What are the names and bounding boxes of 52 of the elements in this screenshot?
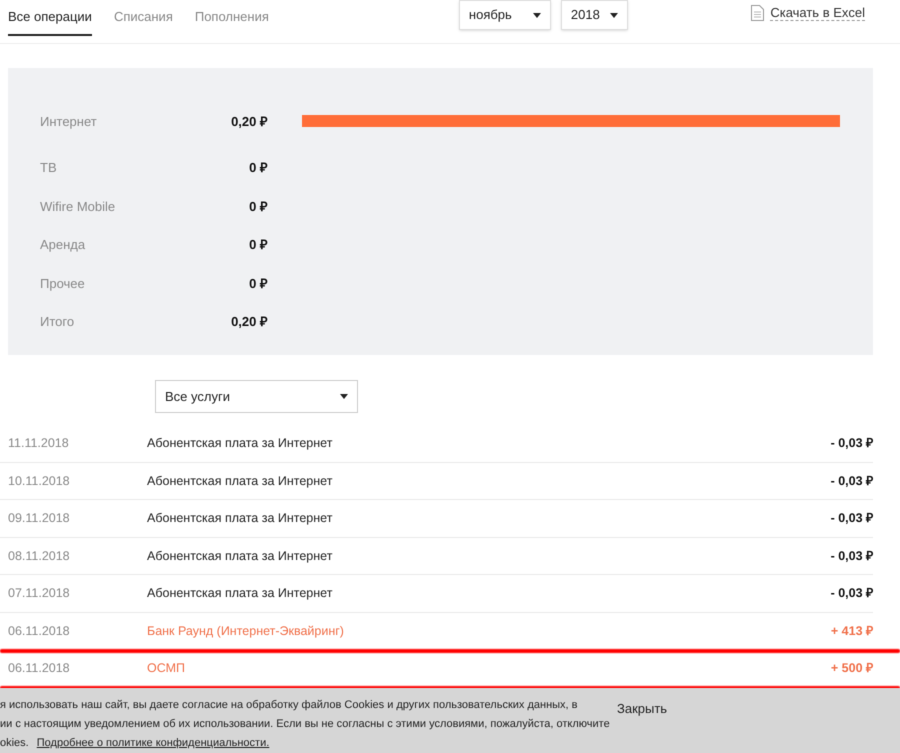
transaction-description: Банк Раунд (Интернет-Эквайринг) <box>147 622 345 640</box>
tab[interactable]: Все операции <box>8 0 92 36</box>
transaction-amount: - 0,03 ₽ <box>830 510 873 528</box>
transaction-description: Абонентская плата за Интернет <box>147 548 334 565</box>
service-amount: 0 ₽ <box>248 159 268 177</box>
service-amount: 0,20 ₽ <box>230 112 268 130</box>
close-button[interactable]: Закрыть <box>617 699 668 717</box>
transaction-description: ОСМП <box>147 660 186 678</box>
transaction-date: 08.11.2018 <box>7 548 71 565</box>
transaction-description: Абонентская плата за Интернет <box>147 585 334 602</box>
transaction-amount: - 0,03 ₽ <box>830 434 873 452</box>
document-icon <box>751 5 764 21</box>
privacy-policy-link[interactable]: Подробнее о политике конфиденциальности. <box>36 735 270 751</box>
service-label: Wifire Mobile <box>39 198 116 216</box>
transaction-amount: - 0,03 ₽ <box>830 548 873 565</box>
transaction-date: 09.11.2018 <box>7 510 71 528</box>
service-amount: 0 ₽ <box>248 236 268 254</box>
transaction-amount: - 0,03 ₽ <box>830 472 873 490</box>
cookie-notice-text: ии с настоящим уведомлением об их использовании. Если вы не согласны с этими условиями, пожалуйста, отключите <box>0 717 610 732</box>
service-label: Итого <box>39 313 76 331</box>
transaction-date: 11.11.2018 <box>7 434 70 452</box>
transaction-description: Абонентская плата за Интернет <box>147 434 334 452</box>
tab[interactable]: Пополнения <box>194 0 269 36</box>
transaction-amount: + 500 ₽ <box>830 660 873 678</box>
month-value: ноябрь <box>468 6 512 24</box>
service-amount: 0,20 ₽ <box>230 313 268 331</box>
service-filter-select[interactable]: Все услуги <box>155 380 358 413</box>
transaction-date: 06.11.2018 <box>7 622 71 640</box>
service-label: Интернет <box>39 112 98 131</box>
caret-icon <box>340 394 348 399</box>
transaction-date: 07.11.2018 <box>7 585 71 602</box>
cookie-notice-text: я использовать наш сайт, вы даете согласие на обработку файлов Cookies и других пользовательских данных, в <box>0 698 578 713</box>
service-amount: 0 ₽ <box>248 274 268 292</box>
transaction-description: Абонентская плата за Интернет <box>147 510 334 528</box>
year-value: 2018 <box>570 6 600 24</box>
download-link[interactable]: Скачать в Excel <box>770 5 865 21</box>
cookie-notice-text: okies. <box>0 736 29 751</box>
service-label: ТВ <box>39 159 58 177</box>
transaction-amount: - 0,03 ₽ <box>830 585 873 602</box>
transaction-amount: + 413 ₽ <box>830 622 873 640</box>
transaction-description: Абонентская плата за Интернет <box>147 472 334 490</box>
transaction-date: 10.11.2018 <box>7 472 71 490</box>
month-select[interactable]: ноябрь <box>458 0 551 30</box>
service-label: Прочее <box>39 274 86 293</box>
transaction-date: 06.11.2018 <box>7 660 71 678</box>
year-select[interactable]: 2018 <box>560 0 628 30</box>
service-label: Аренда <box>39 236 86 254</box>
service-amount: 0 ₽ <box>248 198 268 216</box>
caret-icon <box>532 12 541 18</box>
filter-value: Все услуги <box>165 388 230 406</box>
caret-icon <box>610 12 618 18</box>
tab[interactable]: Списания <box>114 0 173 36</box>
